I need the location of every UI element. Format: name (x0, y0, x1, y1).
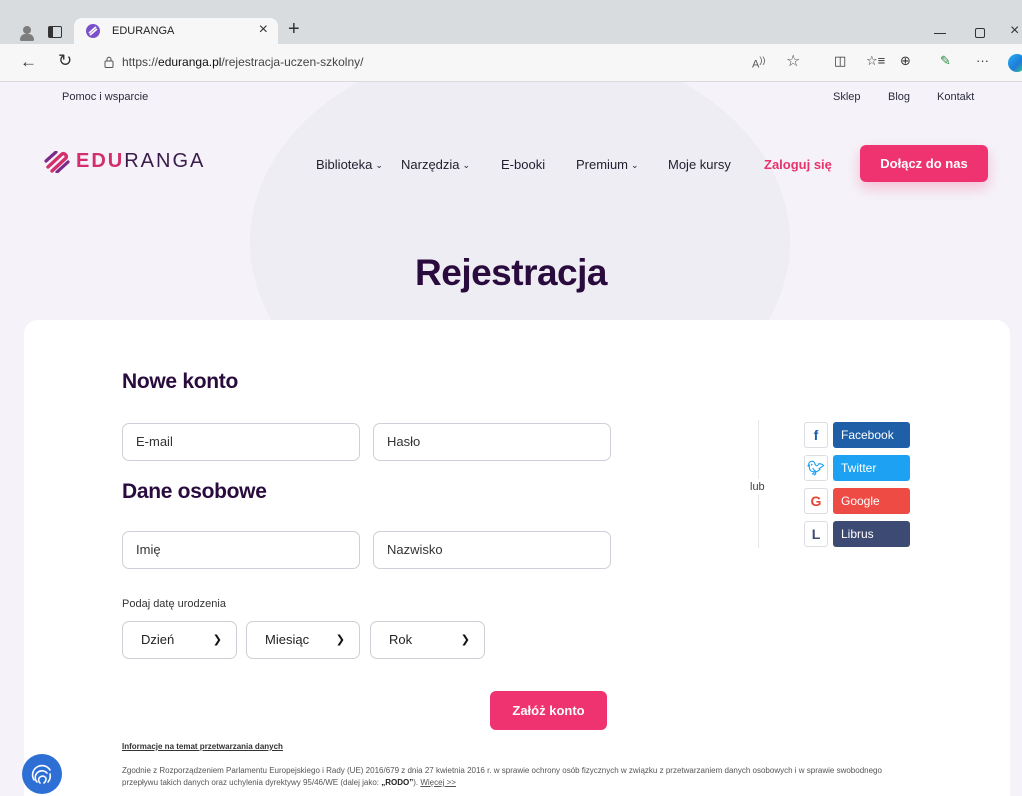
window-close-icon[interactable]: × (1010, 22, 1019, 40)
profile-icon[interactable] (18, 24, 36, 42)
chevron-down-icon: ❯ (335, 634, 345, 646)
twitter-icon: 🐦︎ (804, 455, 828, 481)
page-title: Rejestracja (415, 252, 607, 293)
blog-link[interactable]: Blog (888, 91, 910, 103)
page: Pomoc i wsparcie Sklep Blog Kontakt EDUR… (0, 82, 1022, 796)
chevron-down-icon: ❯ (212, 634, 222, 646)
dob-label: Podaj datę urodzenia (122, 598, 226, 610)
google-icon: G (804, 488, 828, 514)
privacy-info-link[interactable]: Informacje na temat przetwarzania danych (122, 742, 283, 751)
chevron-down-icon: ❯ (460, 634, 470, 646)
join-button[interactable]: Dołącz do nas (860, 145, 988, 182)
contact-link[interactable]: Kontakt (937, 91, 974, 103)
or-separator: lub (750, 479, 765, 495)
reload-icon[interactable]: ↻ (58, 51, 72, 71)
lock-icon[interactable] (104, 56, 114, 68)
password-field[interactable]: Hasło (373, 423, 611, 461)
more-menu-icon[interactable]: ··· (976, 53, 989, 68)
split-screen-icon[interactable]: ◫ (834, 53, 846, 69)
favorites-list-icon[interactable]: ☆≡ (866, 53, 885, 69)
top-utility-bar: Pomoc i wsparcie Sklep Blog Kontakt (0, 82, 1022, 112)
browser-tab[interactable]: EDURANGA × (74, 18, 278, 44)
nav-narzedzia[interactable]: Narzędzia ⌄ (401, 157, 470, 172)
collections-icon[interactable]: ⊕ (900, 53, 911, 69)
chevron-down-icon: ⌄ (375, 160, 383, 170)
personal-data-heading: Dane osobowe (122, 480, 267, 503)
eduranga-favicon-icon (86, 24, 100, 38)
first-name-field[interactable]: Imię (122, 531, 360, 569)
nav-ebooki[interactable]: E-booki (501, 157, 545, 172)
shop-link[interactable]: Sklep (833, 91, 861, 103)
facebook-icon: f (804, 422, 828, 448)
month-select[interactable]: Miesiąc ❯ (246, 621, 360, 659)
new-account-heading: Nowe konto (122, 370, 238, 393)
address-bar: ← ↻ https://eduranga.pl/rejestracja-ucze… (0, 44, 1022, 82)
url-text: https://eduranga.pl/rejestracja-uczen-sz… (122, 55, 364, 69)
browser-tab-bar: EDURANGA × + × (0, 0, 1022, 44)
day-select[interactable]: Dzień ❯ (122, 621, 237, 659)
chevron-down-icon: ⌄ (462, 160, 471, 170)
last-name-field[interactable]: Nazwisko (373, 531, 611, 569)
new-tab-icon[interactable]: + (288, 18, 300, 41)
tab-actions-icon[interactable] (48, 26, 62, 38)
url-field[interactable]: https://eduranga.pl/rejestracja-uczen-sz… (96, 49, 818, 75)
read-aloud-icon[interactable]: A)) (752, 55, 765, 71)
privacy-text: Zgodnie z Rozporządzeniem Parlamentu Eur… (122, 766, 882, 787)
minimize-icon[interactable] (934, 33, 946, 34)
help-link[interactable]: Pomoc i wsparcie (62, 91, 148, 103)
email-field[interactable]: E-mail (122, 423, 360, 461)
logo-mark-icon (44, 151, 70, 173)
maximize-icon[interactable] (975, 28, 985, 38)
fingerprint-widget-button[interactable] (22, 754, 62, 794)
logo-text: EDURANGA (76, 150, 206, 172)
nav-moje-kursy[interactable]: Moje kursy (668, 157, 731, 172)
tab-title: EDURANGA (112, 25, 175, 37)
back-icon[interactable]: ← (20, 52, 37, 72)
librus-icon: L (804, 521, 828, 547)
year-select[interactable]: Rok ❯ (370, 621, 485, 659)
extension-icon[interactable]: ✎ (940, 53, 951, 69)
chevron-down-icon: ⌄ (631, 160, 639, 170)
create-account-button[interactable]: Załóż konto (490, 691, 607, 730)
fingerprint-icon (31, 764, 52, 784)
nav-biblioteka[interactable]: Biblioteka ⌄ (316, 157, 383, 172)
privacy-more-link[interactable]: Więcej >> (420, 778, 456, 787)
favorite-star-icon[interactable]: ☆ (786, 51, 800, 71)
login-link[interactable]: Zaloguj się (764, 157, 832, 172)
tab-close-icon[interactable]: × (259, 21, 268, 39)
nav-premium[interactable]: Premium ⌄ (576, 157, 639, 172)
copilot-icon[interactable] (1008, 54, 1022, 72)
